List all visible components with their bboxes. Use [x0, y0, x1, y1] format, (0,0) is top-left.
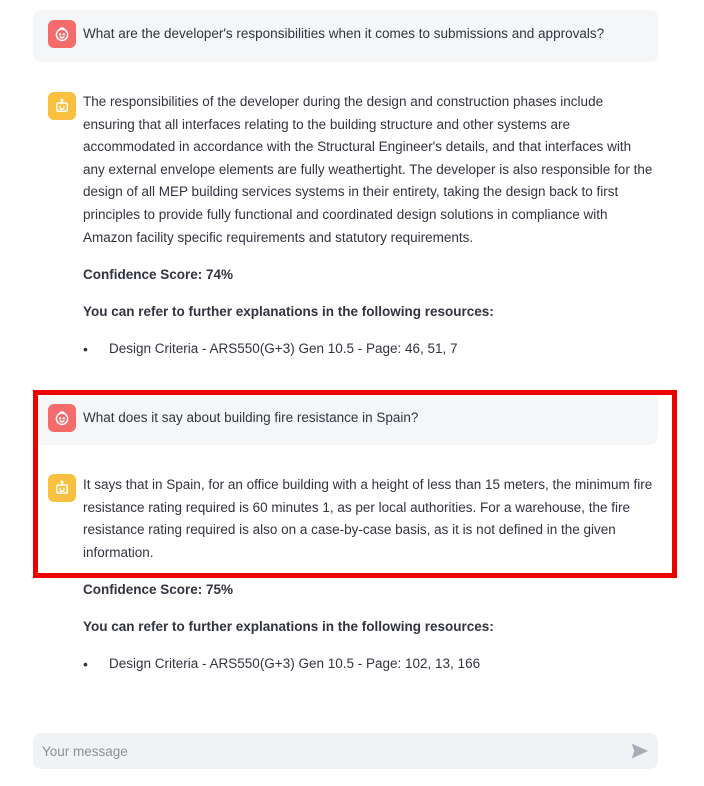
resource-list-item: • Design Criteria - ARS550(G+3) Gen 10.5…: [83, 340, 458, 358]
resources-heading: You can refer to further explanations in…: [83, 619, 494, 634]
confidence-score: Confidence Score: 74%: [83, 267, 234, 282]
chat-message-assistant: The responsibilities of the developer du…: [33, 80, 658, 370]
chat-input-bar: [33, 733, 658, 769]
resource-label: Design Criteria - ARS550(G+3) Gen 10.5 -…: [109, 656, 481, 671]
robot-icon: [56, 480, 68, 494]
robot-icon: [56, 98, 68, 112]
resource-list-item: • Design Criteria - ARS550(G+3) Gen 10.5…: [83, 655, 480, 673]
user-face-icon: [55, 411, 69, 426]
resources-heading: You can refer to further explanations in…: [83, 304, 494, 319]
bullet-dot: •: [83, 656, 88, 672]
message-text: What are the developer's responsibilitie…: [83, 26, 605, 41]
chat-message-user: What are the developer's responsibilitie…: [33, 10, 658, 62]
user-avatar: [48, 404, 76, 432]
confidence-score: Confidence Score: 75%: [83, 582, 234, 597]
message-text: It says that in Spain, for an office bui…: [83, 477, 653, 560]
user-face-icon: [55, 27, 69, 42]
message-text: What does it say about building fire res…: [83, 410, 419, 425]
chat-message-user: What does it say about building fire res…: [33, 393, 658, 445]
bullet-dot: •: [83, 341, 88, 357]
send-arrow-icon[interactable]: [630, 742, 650, 760]
chat-message-assistant: It says that in Spain, for an office bui…: [33, 463, 658, 678]
resource-label: Design Criteria - ARS550(G+3) Gen 10.5 -…: [109, 341, 458, 356]
assistant-avatar: [48, 92, 76, 120]
message-text: The responsibilities of the developer du…: [83, 94, 653, 245]
user-avatar: [48, 20, 76, 48]
assistant-avatar: [48, 474, 76, 502]
message-input[interactable]: [33, 733, 613, 769]
